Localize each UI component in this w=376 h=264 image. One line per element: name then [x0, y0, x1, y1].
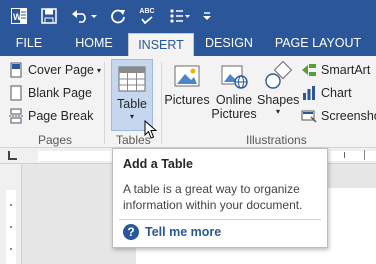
table-label: Table — [117, 97, 147, 111]
ruler-tick — [364, 150, 365, 160]
cover-page-button[interactable]: Cover Page ▾ — [8, 59, 101, 81]
table-icon — [116, 63, 148, 95]
chart-icon — [301, 85, 317, 101]
pictures-button[interactable]: Pictures — [164, 60, 210, 107]
table-tooltip: Add a Table A table is a great way to or… — [112, 148, 328, 248]
svg-text:W: W — [13, 12, 22, 22]
illustrations-group-label: Illustrations — [246, 133, 307, 147]
chevron-down-icon: ▾ — [97, 65, 102, 75]
word-app-icon[interactable]: W — [8, 6, 30, 26]
ruler-tick — [10, 248, 12, 250]
page-break-label: Page Break — [28, 109, 94, 123]
screenshot-button[interactable]: Screenshot — [301, 105, 376, 127]
smartart-icon — [301, 62, 317, 78]
pictures-label: Pictures — [164, 93, 210, 107]
blank-page-button[interactable]: Blank Page — [8, 82, 92, 104]
shapes-icon — [262, 60, 294, 92]
help-icon: ? — [123, 224, 139, 240]
ribbon-insert: Cover Page ▾ Blank Page Page Break Pages… — [0, 56, 376, 148]
ruler-tick — [10, 204, 12, 206]
tooltip-body: A table is a great way to organize infor… — [123, 182, 303, 212]
tab-file[interactable]: FILE — [0, 32, 58, 56]
chart-button[interactable]: Chart — [301, 82, 352, 104]
blank-page-label: Blank Page — [28, 86, 92, 100]
cover-page-icon — [8, 62, 24, 78]
quick-access-toolbar: W ABC — [0, 0, 376, 32]
pages-group-label: Pages — [38, 133, 73, 147]
tab-home[interactable]: HOME — [66, 32, 122, 56]
smartart-label: SmartArt — [321, 63, 371, 77]
tab-page-layout[interactable]: PAGE LAYOUT — [268, 32, 368, 56]
chevron-down-icon: ▾ — [275, 107, 280, 116]
online-pictures-label-line2: Pictures — [211, 107, 257, 121]
ruler-tick — [10, 226, 12, 228]
screenshot-icon — [301, 108, 317, 124]
blank-page-icon — [8, 85, 24, 101]
spelling-label: ABC — [139, 8, 155, 15]
shapes-label: Shapes — [257, 93, 300, 107]
page-break-button[interactable]: Page Break — [8, 105, 93, 127]
tooltip-title: Add a Table — [123, 157, 193, 171]
group-divider — [104, 62, 105, 144]
online-pictures-icon — [218, 60, 250, 92]
tab-stop-selector-icon[interactable] — [8, 151, 17, 160]
vertical-ruler[interactable] — [0, 164, 22, 264]
cover-page-label: Cover Page — [28, 63, 95, 77]
tab-design[interactable]: DESIGN — [198, 32, 260, 56]
bullets-icon[interactable] — [168, 6, 192, 26]
tab-insert[interactable]: INSERT — [128, 33, 194, 58]
save-icon[interactable] — [38, 6, 60, 26]
online-pictures-button[interactable]: Online Pictures — [211, 60, 257, 121]
smartart-button[interactable]: SmartArt — [301, 59, 370, 81]
tell-me-more-link[interactable]: ? Tell me more — [123, 224, 221, 240]
pictures-icon — [171, 60, 203, 92]
page-break-icon — [8, 108, 24, 124]
shapes-button[interactable]: Shapes ▾ — [257, 60, 299, 116]
spelling-abc-icon[interactable]: ABC — [136, 6, 158, 26]
ruler-tick — [344, 152, 345, 158]
tell-me-more-label: Tell me more — [145, 225, 222, 239]
undo-icon[interactable] — [70, 6, 100, 26]
group-divider — [161, 62, 162, 144]
ribbon-tabs: FILE HOME INSERT DESIGN PAGE LAYOUT — [0, 32, 376, 58]
mouse-cursor-icon — [144, 119, 158, 143]
customize-qat-icon[interactable] — [200, 6, 214, 26]
screenshot-label: Screenshot — [321, 109, 376, 123]
tooltip-divider — [119, 219, 321, 220]
redo-icon[interactable] — [108, 6, 128, 26]
online-pictures-label-line1: Online — [215, 93, 253, 107]
chart-label: Chart — [321, 86, 352, 100]
